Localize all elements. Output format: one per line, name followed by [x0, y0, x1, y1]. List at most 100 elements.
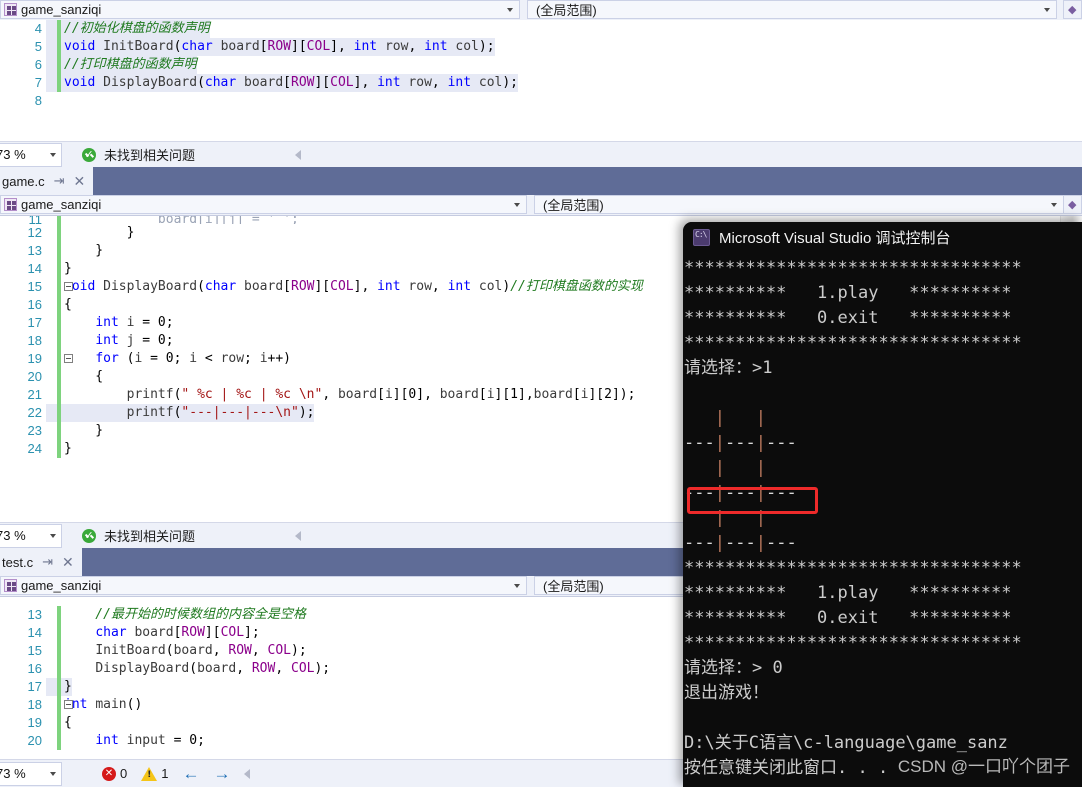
line-number: 16	[27, 297, 42, 312]
change-bar	[57, 404, 61, 422]
zoom-value: 73 %	[0, 147, 26, 162]
console-line: ---|---|---	[684, 533, 797, 553]
change-bar	[57, 368, 61, 386]
zoom-value: 73 %	[0, 766, 26, 781]
code-text: int input = 0;	[95, 733, 205, 748]
close-icon[interactable]: ✕	[62, 554, 74, 571]
nav-extra-button-top[interactable]: ◆	[1063, 0, 1082, 19]
namespace-dropdown-test-c[interactable]: game_sanziqi	[0, 576, 527, 595]
code-text: int j = 0;	[95, 333, 174, 348]
nav-back-button[interactable]: ←	[182, 765, 199, 782]
line-number: 11	[28, 216, 43, 224]
status-message-top: 未找到相关问题	[104, 148, 196, 163]
watermark: CSDN @一口吖个团子	[897, 757, 1070, 776]
code-fold-toggle[interactable]	[64, 700, 73, 709]
zoom-level-game-c[interactable]: 73 %	[0, 523, 62, 548]
collapse-left-icon-test-c[interactable]	[244, 768, 251, 779]
nav-extra-button-game-c[interactable]: ◆	[1063, 195, 1082, 214]
code-text: int i = 0;	[95, 315, 174, 330]
code-text: board[i][j] = ' ';	[64, 216, 299, 224]
error-count-icon	[102, 766, 116, 781]
namespace-label: game_sanziqi	[21, 197, 102, 212]
close-icon[interactable]: ✕	[74, 173, 86, 190]
line-number: 8	[34, 93, 42, 108]
code-line: 6 //打印棋盘的函数声明	[0, 56, 1082, 74]
tab-game-c[interactable]: game.c ⇥ ✕	[0, 167, 94, 195]
navigation-bar-game-c: game_sanziqi (全局范围) ◆	[0, 195, 1082, 216]
change-bar	[57, 224, 61, 242]
change-bar	[57, 260, 61, 278]
scope-dropdown-top[interactable]: (全局范围)	[527, 0, 1057, 19]
chevron-down-icon	[1044, 7, 1050, 12]
change-bar	[57, 732, 61, 750]
change-bar	[57, 278, 61, 296]
line-number: 23	[27, 423, 42, 438]
line-number: 14	[27, 625, 42, 640]
scope-label: (全局范围)	[536, 3, 597, 18]
change-bar	[57, 38, 61, 56]
scope-label: (全局范围)	[543, 198, 604, 213]
nav-forward-button[interactable]: →	[213, 765, 230, 782]
console-app-icon	[693, 228, 710, 246]
scope-label: (全局范围)	[543, 579, 604, 594]
console-line: ********** 0.exit **********	[684, 608, 1012, 628]
change-bar	[57, 440, 61, 458]
code-fold-toggle[interactable]	[64, 282, 73, 291]
code-fold-toggle[interactable]	[64, 354, 73, 363]
change-bar	[57, 606, 61, 624]
code-text: printf(" %c | %c | %c \n", board[i][0], …	[126, 387, 636, 402]
code-line: 5 void InitBoard(char board[ROW][COL], in…	[0, 38, 1082, 56]
zoom-level-test-c[interactable]: 73 %	[0, 761, 62, 786]
zoom-level-top[interactable]: 73 %	[0, 142, 62, 167]
change-bar	[57, 74, 61, 92]
console-line: | |	[714, 408, 766, 428]
namespace-label: game_sanziqi	[21, 2, 102, 17]
namespace-icon	[4, 579, 17, 592]
code-text: InitBoard(board, ROW, COL);	[95, 643, 307, 658]
console-output: ********************************* *******…	[683, 252, 1082, 781]
line-number: 7	[34, 75, 42, 90]
console-line: *********************************	[684, 333, 1022, 353]
console-title-label: Microsoft Visual Studio 调试控制台	[719, 229, 951, 247]
code-text: }	[64, 423, 104, 438]
vs-ide-screenshot: game_sanziqi (全局范围) ◆ 4 //初始化棋盘的函数声明 5 void…	[0, 0, 1082, 787]
change-bar	[57, 422, 61, 440]
tab-test-c[interactable]: test.c ⇥ ✕	[0, 548, 82, 576]
tab-label: test.c	[2, 554, 34, 570]
change-bar	[57, 296, 61, 314]
change-bar	[57, 20, 61, 38]
chevron-down-icon	[514, 202, 520, 207]
line-number: 22	[27, 405, 42, 420]
pin-icon[interactable]: ⇥	[42, 554, 53, 570]
collapse-left-icon-top[interactable]	[295, 149, 302, 160]
status-strip-top: 73 % 未找到相关问题	[0, 141, 1082, 167]
status-message-game-c: 未找到相关问题	[104, 529, 196, 544]
console-titlebar[interactable]: Microsoft Visual Studio 调试控制台	[683, 222, 1082, 252]
line-number: 21	[27, 387, 42, 402]
console-line: 请选择：> 0	[684, 658, 783, 678]
chevron-down-icon	[507, 7, 513, 12]
collapse-left-icon-game-c[interactable]	[295, 530, 302, 541]
line-number: 19	[27, 715, 42, 730]
change-bar	[57, 56, 61, 74]
chevron-down-icon	[514, 583, 520, 588]
namespace-dropdown-top[interactable]: game_sanziqi	[0, 0, 520, 19]
code-line: 4 //初始化棋盘的函数声明	[0, 20, 1082, 38]
scope-dropdown-game-c[interactable]: (全局范围)	[534, 195, 1064, 214]
change-bar	[57, 714, 61, 732]
code-line: 8	[0, 92, 1082, 110]
tabstrip-game-c: game.c ⇥ ✕	[0, 167, 1082, 195]
code-text: for (i = 0; i < row; i++)	[95, 351, 292, 366]
line-number: 20	[27, 733, 42, 748]
code-text: //初始化棋盘的函数声明	[46, 20, 210, 38]
change-bar	[57, 242, 61, 260]
console-line: 请选择：>1	[684, 358, 773, 378]
line-number: 15	[27, 279, 42, 294]
editor-top[interactable]: 4 //初始化棋盘的函数声明 5 void InitBoard(char board[…	[0, 20, 1082, 140]
code-text: }	[64, 243, 104, 258]
console-line: *********************************	[684, 258, 1022, 278]
namespace-dropdown-game-c[interactable]: game_sanziqi	[0, 195, 527, 214]
line-number: 6	[34, 57, 42, 72]
pin-icon[interactable]: ⇥	[54, 173, 65, 189]
